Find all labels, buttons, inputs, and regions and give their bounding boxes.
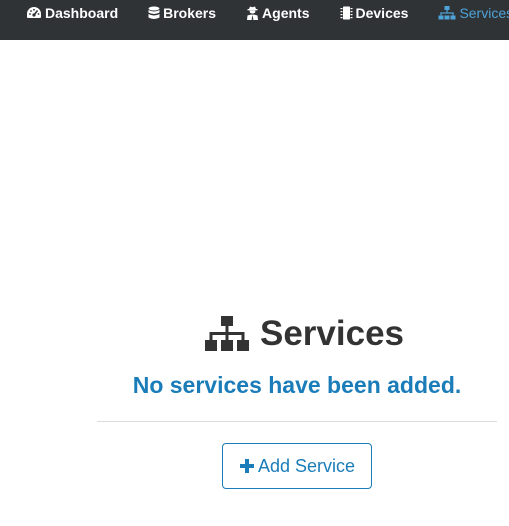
- nav-item-devices[interactable]: Devices: [340, 5, 409, 21]
- nav-item-brokers[interactable]: Brokers: [148, 5, 216, 21]
- add-service-label: Add Service: [257, 455, 356, 476]
- empty-state-message: No services have been added.: [132, 372, 462, 398]
- sitemap-icon: [204, 316, 250, 352]
- divider: [97, 421, 497, 422]
- database-icon: [148, 6, 160, 20]
- page-title-text: Services: [260, 314, 405, 353]
- nav-item-label: Dashboard: [45, 5, 119, 21]
- plus-icon: [239, 458, 255, 474]
- page-title: Services: [204, 314, 404, 354]
- nav-item-label: Brokers: [163, 5, 217, 21]
- microchip-icon: [340, 6, 353, 20]
- nav-item-label: Agents: [262, 5, 310, 21]
- nav-item-agents[interactable]: Agents: [246, 5, 310, 21]
- nav-item-label: Devices: [355, 5, 409, 21]
- add-service-button[interactable]: Add Service: [222, 443, 372, 489]
- nav-item-label: Services: [459, 5, 509, 21]
- top-navbar: Dashboard Brokers Agents Devices Service…: [0, 0, 509, 40]
- nav-item-services[interactable]: Services: [438, 5, 509, 21]
- tachometer-icon: [26, 6, 42, 20]
- user-secret-icon: [246, 6, 259, 20]
- nav-item-dashboard[interactable]: Dashboard: [26, 5, 118, 21]
- sitemap-icon: [438, 6, 456, 20]
